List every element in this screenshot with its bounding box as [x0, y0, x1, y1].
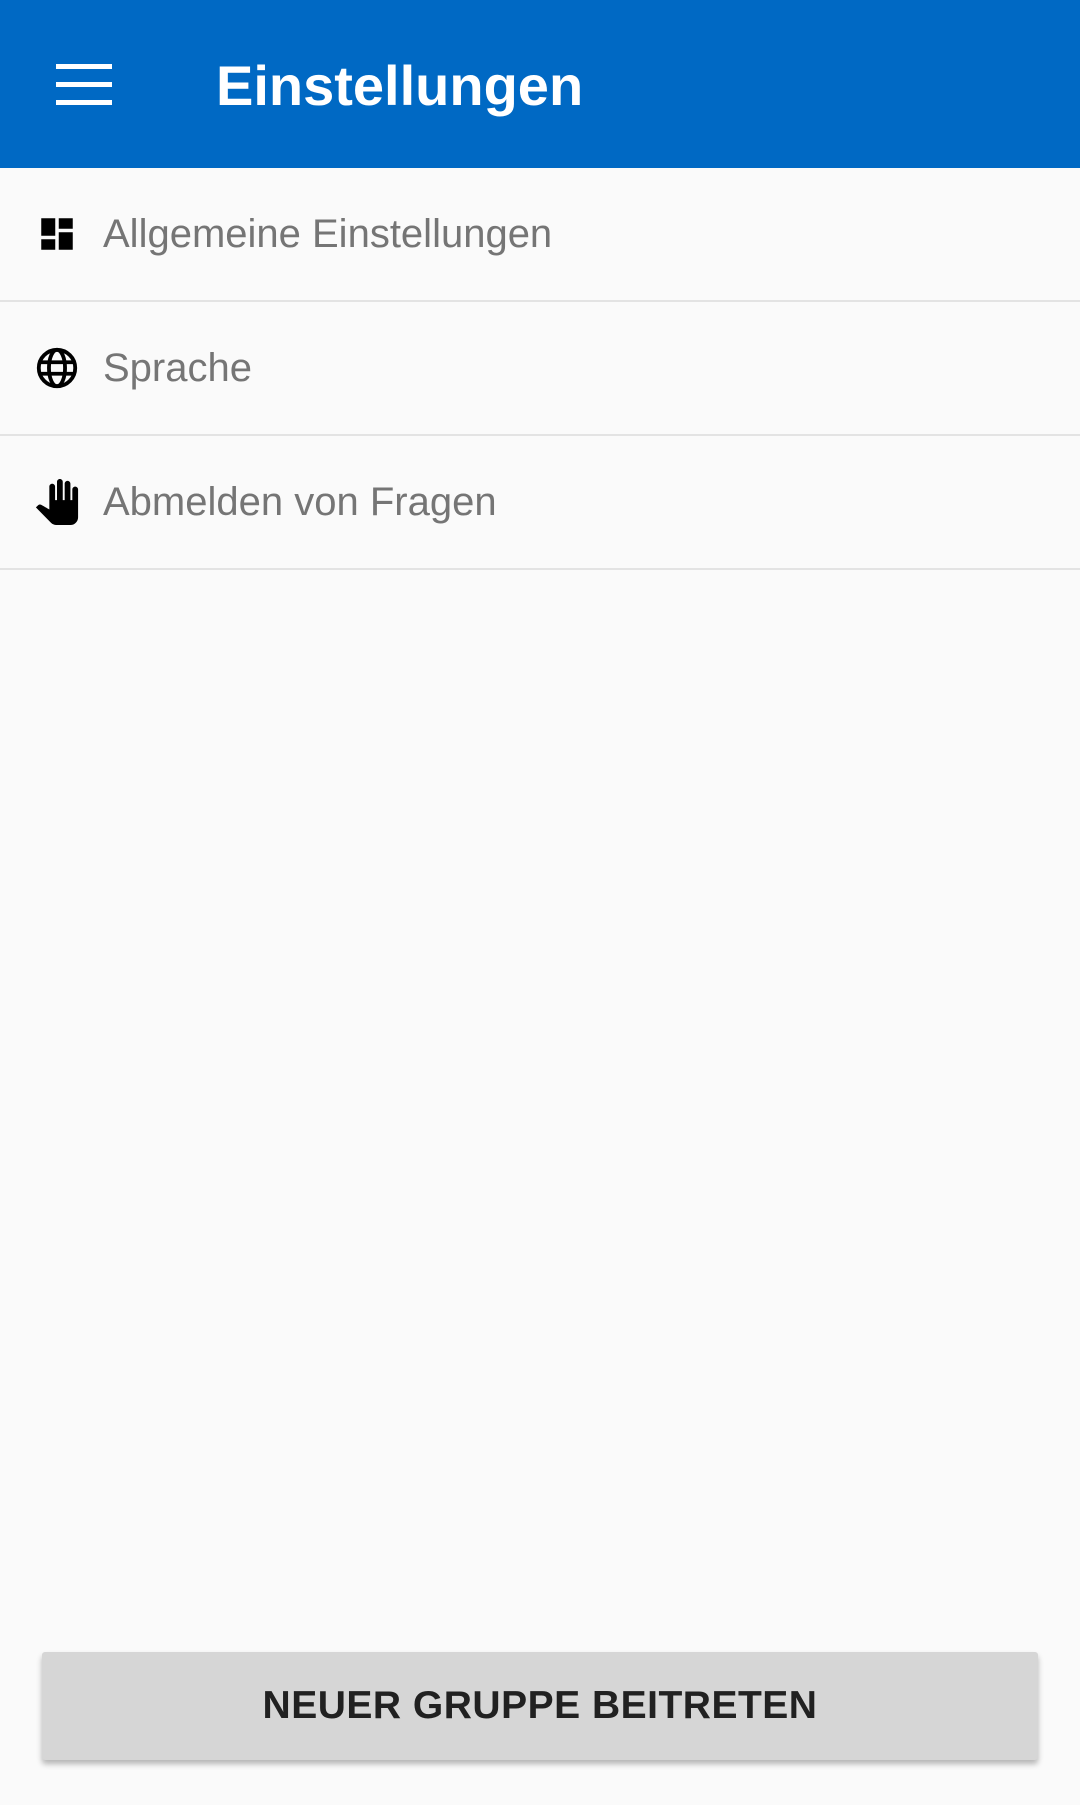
settings-item-label: Sprache: [103, 345, 252, 390]
settings-item-general[interactable]: Allgemeine Einstellungen: [0, 168, 1080, 302]
settings-list: Allgemeine Einstellungen Sprache Abmelde…: [0, 168, 1080, 570]
dashboard-icon: [34, 211, 80, 257]
app-bar: Einstellungen: [0, 0, 1080, 168]
page-title: Einstellungen: [216, 54, 584, 117]
settings-item-language[interactable]: Sprache: [0, 302, 1080, 436]
globe-icon: [34, 345, 80, 391]
settings-item-unsubscribe[interactable]: Abmelden von Fragen: [0, 436, 1080, 570]
join-group-button[interactable]: NEUER GRUPPE BEITRETEN: [42, 1652, 1038, 1760]
settings-item-label: Abmelden von Fragen: [103, 479, 497, 524]
settings-item-label: Allgemeine Einstellungen: [103, 211, 553, 256]
hand-icon: [34, 479, 80, 525]
menu-button[interactable]: [44, 48, 124, 120]
